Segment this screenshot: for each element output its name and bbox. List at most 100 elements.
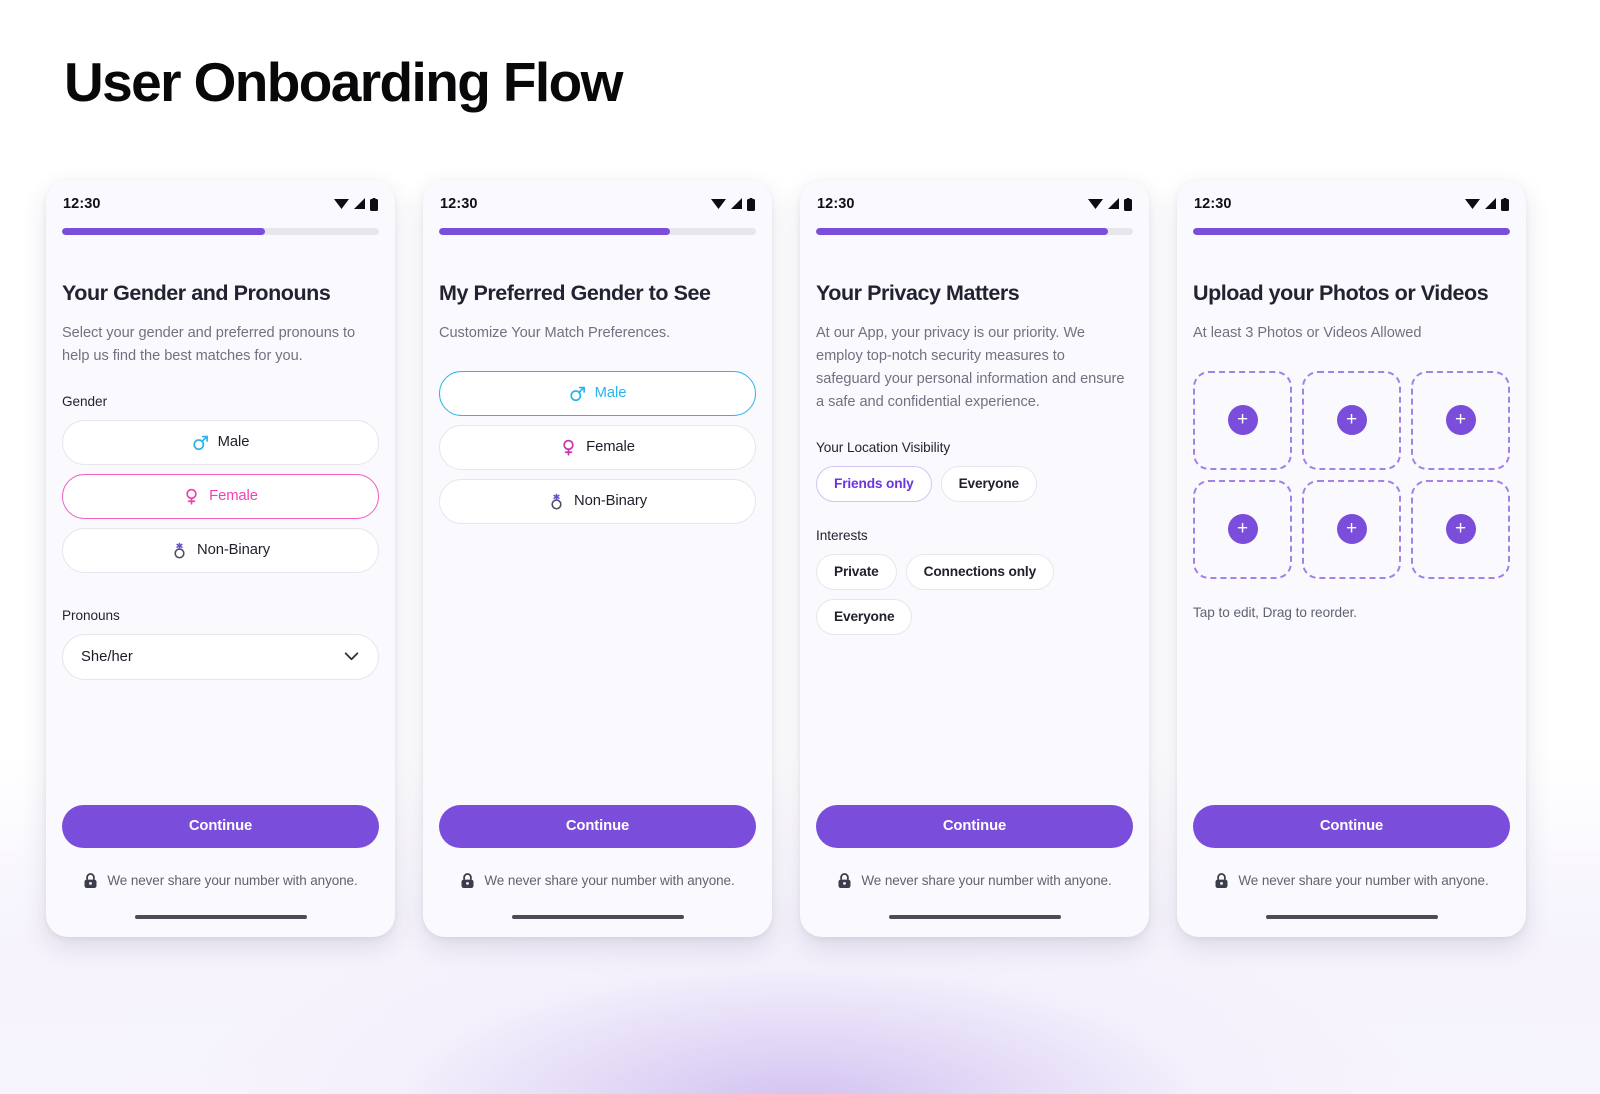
wifi-icon	[711, 199, 726, 209]
lock-icon	[84, 872, 97, 888]
female-symbol-icon	[183, 488, 200, 505]
status-bar: 12:30	[816, 180, 1133, 228]
pronouns-select[interactable]: She/her	[62, 633, 379, 680]
photo-slot[interactable]: +	[1411, 370, 1510, 470]
preferred-gender-label: Non-Binary	[573, 493, 647, 510]
grid-hint-text: Tap to edit, Drag to reorder.	[1193, 604, 1358, 620]
plus-icon[interactable]: +	[1227, 514, 1258, 545]
screen-content: Your Gender and Pronouns Select your gen…	[62, 235, 379, 937]
chip-friends-only[interactable]: Friends only	[816, 465, 932, 502]
female-symbol-icon	[560, 439, 577, 456]
phone-screen-preferred-gender: 12:30 My Preferred Gender to See Customi…	[423, 180, 772, 937]
gender-option-female[interactable]: Female	[62, 473, 379, 519]
preferred-gender-option-male[interactable]: Male	[439, 370, 756, 416]
photo-slot[interactable]: +	[1193, 370, 1292, 470]
footnote-text: We never share your number with anyone.	[861, 873, 1112, 888]
lock-icon	[838, 872, 851, 888]
male-symbol-icon	[192, 434, 209, 451]
screen-title: Upload your Photos or Videos	[1193, 281, 1489, 305]
chip-private[interactable]: Private	[816, 553, 897, 590]
progress-fill	[816, 228, 1108, 235]
lock-icon	[461, 872, 474, 888]
screen-subtitle: At our App, your privacy is our priority…	[816, 324, 1125, 410]
signal-icon	[354, 198, 365, 209]
signal-icon	[731, 198, 742, 209]
chip-everyone-location[interactable]: Everyone	[940, 465, 1038, 502]
status-time: 12:30	[63, 196, 101, 212]
wifi-icon	[1088, 199, 1103, 209]
battery-icon	[1501, 197, 1509, 211]
male-symbol-icon	[569, 385, 586, 402]
progress-fill	[62, 228, 265, 235]
screen-subtitle: Customize Your Match Preferences.	[439, 324, 671, 341]
interests-label: Interests	[816, 527, 868, 543]
chip-connections-only[interactable]: Connections only	[905, 553, 1055, 590]
nonbinary-symbol-icon	[548, 493, 565, 510]
flex-spacer	[439, 533, 756, 805]
screen-title: My Preferred Gender to See	[439, 281, 711, 305]
photo-slot[interactable]: +	[1302, 370, 1401, 470]
location-visibility-label: Your Location Visibility	[816, 439, 951, 455]
progress-bar	[439, 228, 756, 235]
continue-button[interactable]: Continue	[816, 804, 1133, 848]
screen-subtitle: Select your gender and preferred pronoun…	[62, 324, 356, 364]
gender-option-nonbinary[interactable]: Non-Binary	[62, 527, 379, 573]
continue-button[interactable]: Continue	[439, 804, 756, 848]
status-bar: 12:30	[1193, 180, 1510, 228]
photo-slot[interactable]: +	[1411, 479, 1510, 579]
progress-bar	[816, 228, 1133, 235]
gender-option-label: Female	[209, 488, 258, 505]
screen-subtitle: At least 3 Photos or Videos Allowed	[1193, 324, 1422, 341]
photo-slot[interactable]: +	[1302, 479, 1401, 579]
plus-icon[interactable]: +	[1227, 405, 1258, 436]
battery-icon	[1124, 197, 1132, 211]
nonbinary-symbol-icon	[171, 542, 188, 559]
continue-button[interactable]: Continue	[1193, 804, 1510, 848]
continue-button[interactable]: Continue	[62, 804, 379, 848]
screen-content: My Preferred Gender to See Customize You…	[439, 235, 756, 937]
privacy-footnote: We never share your number with anyone.	[1193, 872, 1510, 889]
progress-bar	[1193, 228, 1510, 235]
privacy-footnote: We never share your number with anyone.	[62, 872, 379, 889]
pronouns-value: She/her	[81, 648, 133, 665]
plus-icon[interactable]: +	[1336, 514, 1367, 545]
status-time: 12:30	[440, 196, 478, 212]
preferred-gender-option-female[interactable]: Female	[439, 424, 756, 470]
plus-icon[interactable]: +	[1336, 405, 1367, 436]
gender-option-label: Non-Binary	[196, 542, 270, 559]
flex-spacer	[1193, 620, 1510, 805]
phone-screen-upload-media: 12:30 Upload your Photos or Videos At le…	[1177, 180, 1526, 937]
wifi-icon	[1465, 199, 1480, 209]
screen-title: Your Privacy Matters	[816, 281, 1020, 305]
home-indicator	[888, 914, 1061, 919]
preferred-gender-option-nonbinary[interactable]: Non-Binary	[439, 478, 756, 524]
plus-icon[interactable]: +	[1445, 405, 1476, 436]
chip-everyone-interests[interactable]: Everyone	[816, 598, 913, 635]
progress-bar	[62, 228, 379, 235]
signal-icon	[1108, 198, 1119, 209]
phone-screen-privacy: 12:30 Your Privacy Matters At our App, y…	[800, 180, 1149, 937]
battery-icon	[747, 197, 755, 211]
lock-icon	[1215, 872, 1228, 888]
home-indicator	[1265, 914, 1438, 919]
flex-spacer	[62, 680, 379, 805]
photo-slot[interactable]: +	[1193, 479, 1292, 579]
battery-icon	[370, 197, 378, 211]
phone-screen-gender-pronouns: 12:30 Your Gender and Pronouns Select yo…	[46, 180, 395, 937]
status-icons	[334, 197, 378, 211]
preferred-gender-label: Male	[594, 385, 627, 402]
status-time: 12:30	[1194, 196, 1232, 212]
home-indicator	[511, 914, 684, 919]
preferred-gender-label: Female	[586, 439, 635, 456]
pronouns-label: Pronouns	[62, 607, 120, 623]
page-title: User Onboarding Flow	[64, 51, 623, 113]
chevron-down-icon	[344, 652, 359, 661]
plus-icon[interactable]: +	[1445, 514, 1476, 545]
spacer-small	[439, 345, 756, 371]
screen-title: Your Gender and Pronouns	[62, 281, 331, 305]
privacy-footnote: We never share your number with anyone.	[439, 872, 756, 889]
phone-mockups-row: 12:30 Your Gender and Pronouns Select yo…	[46, 180, 1526, 937]
footnote-text: We never share your number with anyone.	[484, 873, 735, 888]
screen-content: Your Privacy Matters At our App, your pr…	[816, 235, 1133, 937]
gender-option-male[interactable]: Male	[62, 419, 379, 465]
